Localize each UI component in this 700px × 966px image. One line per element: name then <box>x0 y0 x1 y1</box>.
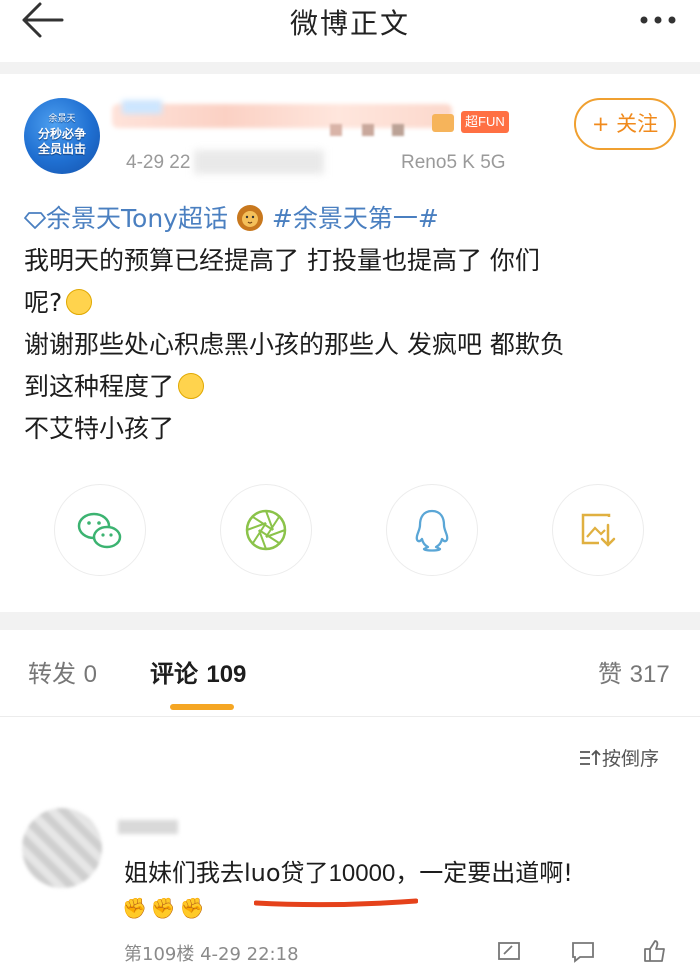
section-divider <box>0 62 700 74</box>
comment-icon[interactable] <box>570 938 596 964</box>
post-meta: 4-29 22 Reno5 K 5G <box>126 152 506 174</box>
diamond-icon <box>24 212 46 229</box>
wechat-icon <box>77 512 122 549</box>
share-row <box>0 484 700 580</box>
blur-block <box>362 124 374 136</box>
section-divider <box>0 612 700 630</box>
topic-link[interactable]: 余景天Tony超话 <box>24 204 236 233</box>
follow-button[interactable]: + 关注 <box>574 98 676 150</box>
fist-emojis: ✊✊✊ <box>122 896 209 920</box>
moments-icon <box>245 509 287 551</box>
qq-icon <box>415 509 449 552</box>
wechat-share-button[interactable] <box>54 484 146 576</box>
reply-icon[interactable] <box>496 938 522 964</box>
post-line: 到这种程度了 <box>24 366 674 408</box>
post-body: 余景天Tony超话 #余景天第一# 我明天的预算已经提高了 打投量也提高了 你们… <box>24 198 674 450</box>
tab-repost[interactable]: 转发 0 <box>28 654 97 689</box>
author-name-blur-accent <box>122 100 162 114</box>
moments-share-button[interactable] <box>220 484 312 576</box>
blur-block <box>330 124 342 136</box>
post-line: 呢? <box>24 282 674 324</box>
sort-icon <box>580 749 601 765</box>
top-bar: 微博正文 <box>0 0 700 62</box>
repost-count: 0 <box>83 661 97 688</box>
more-button[interactable] <box>628 2 688 38</box>
tab-comments[interactable]: 评论 109 <box>150 654 246 689</box>
post-device: Reno5 K 5G <box>401 152 506 173</box>
author-avatar[interactable]: 余景天 分秒必争 全员出击 <box>24 98 100 174</box>
commenter-name-blurred[interactable] <box>118 820 178 834</box>
blur-block <box>392 124 404 136</box>
divider-line <box>0 716 700 717</box>
post-topic-line: 余景天Tony超话 #余景天第一# <box>24 198 674 240</box>
avatar-logo-text: 余景天 分秒必争 全员出击 <box>37 114 86 156</box>
page-title: 微博正文 <box>289 7 410 40</box>
post-line: 不艾特小孩了 <box>24 414 175 443</box>
like-thumb-icon[interactable] <box>642 938 668 964</box>
fun-badge: 超FUN <box>461 111 509 133</box>
post-time: 4-29 22 <box>126 152 191 173</box>
hand-drawn-underline <box>254 898 418 908</box>
qq-share-button[interactable] <box>386 484 478 576</box>
lion-emoji-icon <box>236 205 263 231</box>
sort-order-button[interactable]: 按倒序 <box>578 744 659 771</box>
comment-meta: 第109楼 4-29 22:18 <box>124 944 299 965</box>
save-image-button[interactable] <box>552 484 644 576</box>
post-line: 谢谢那些处心积虑黑小孩的那些人 发疯吧 都欺负 <box>24 330 565 359</box>
hashtag-link[interactable]: #余景天第一# <box>272 204 439 233</box>
active-tab-indicator <box>170 704 234 710</box>
like-count: 317 <box>629 661 670 688</box>
more-dots-icon <box>640 16 676 24</box>
smile-emoji-icon <box>178 373 205 399</box>
comment-text: 姐妹们我去luo贷了10000，一定要出道啊! <box>124 859 573 887</box>
comment-count: 109 <box>206 661 247 688</box>
tab-likes[interactable]: 赞 317 <box>598 654 670 689</box>
vip-badge <box>432 114 454 132</box>
save-image-icon <box>581 513 616 547</box>
loan-amount: 10000 <box>328 860 396 887</box>
post-line: 我明天的预算已经提高了 打投量也提高了 你们 <box>24 246 540 275</box>
commenter-avatar[interactable] <box>22 808 102 888</box>
grin-emoji-icon <box>66 289 93 315</box>
